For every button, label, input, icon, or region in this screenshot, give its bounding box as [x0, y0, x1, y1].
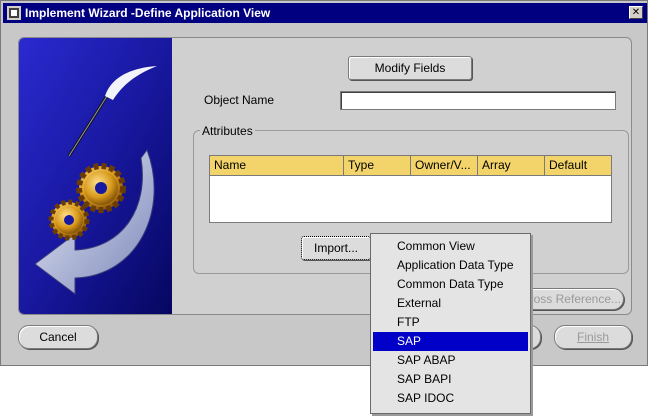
cross-reference-button[interactable]: Cross Reference...: [518, 288, 624, 310]
import-dropdown-menu: Common View Application Data Type Common…: [370, 233, 531, 414]
menu-item-common-view[interactable]: Common View: [371, 237, 530, 256]
menu-item-application-data-type[interactable]: Application Data Type: [371, 256, 530, 275]
object-name-label: Object Name: [204, 93, 275, 107]
wizard-illustration: [19, 38, 172, 314]
menu-item-ftp[interactable]: FTP: [371, 313, 530, 332]
wizard-window: Implement Wizard -Define Application Vie…: [0, 0, 648, 366]
table-header: Name Type Owner/V... Array Default: [210, 156, 611, 176]
menu-item-sap-idoc[interactable]: SAP IDOC: [371, 389, 530, 408]
close-icon[interactable]: ✕: [629, 6, 643, 19]
column-header-type[interactable]: Type: [344, 156, 411, 175]
cancel-button[interactable]: Cancel: [18, 325, 98, 349]
finish-button[interactable]: Finish: [554, 325, 632, 349]
app-icon: [7, 6, 21, 20]
import-button[interactable]: Import...: [301, 236, 371, 260]
menu-item-sap[interactable]: SAP: [373, 332, 528, 351]
menu-item-external[interactable]: External: [371, 294, 530, 313]
object-name-field[interactable]: [340, 91, 616, 110]
wizard-panel: Modify Fields Object Name Attributes Nam…: [18, 37, 632, 315]
window-title: Implement Wizard -Define Application Vie…: [25, 6, 271, 20]
column-header-owner[interactable]: Owner/V...: [411, 156, 478, 175]
column-header-default[interactable]: Default: [545, 156, 611, 175]
title-bar[interactable]: Implement Wizard -Define Application Vie…: [3, 3, 647, 23]
menu-item-sap-bapi[interactable]: SAP BAPI: [371, 370, 530, 389]
column-header-array[interactable]: Array: [478, 156, 545, 175]
attributes-label: Attributes: [200, 124, 255, 138]
modify-fields-button[interactable]: Modify Fields: [348, 56, 472, 80]
column-header-name[interactable]: Name: [210, 156, 344, 175]
attributes-table[interactable]: Name Type Owner/V... Array Default: [209, 155, 612, 223]
menu-item-common-data-type[interactable]: Common Data Type: [371, 275, 530, 294]
menu-item-sap-abap[interactable]: SAP ABAP: [371, 351, 530, 370]
